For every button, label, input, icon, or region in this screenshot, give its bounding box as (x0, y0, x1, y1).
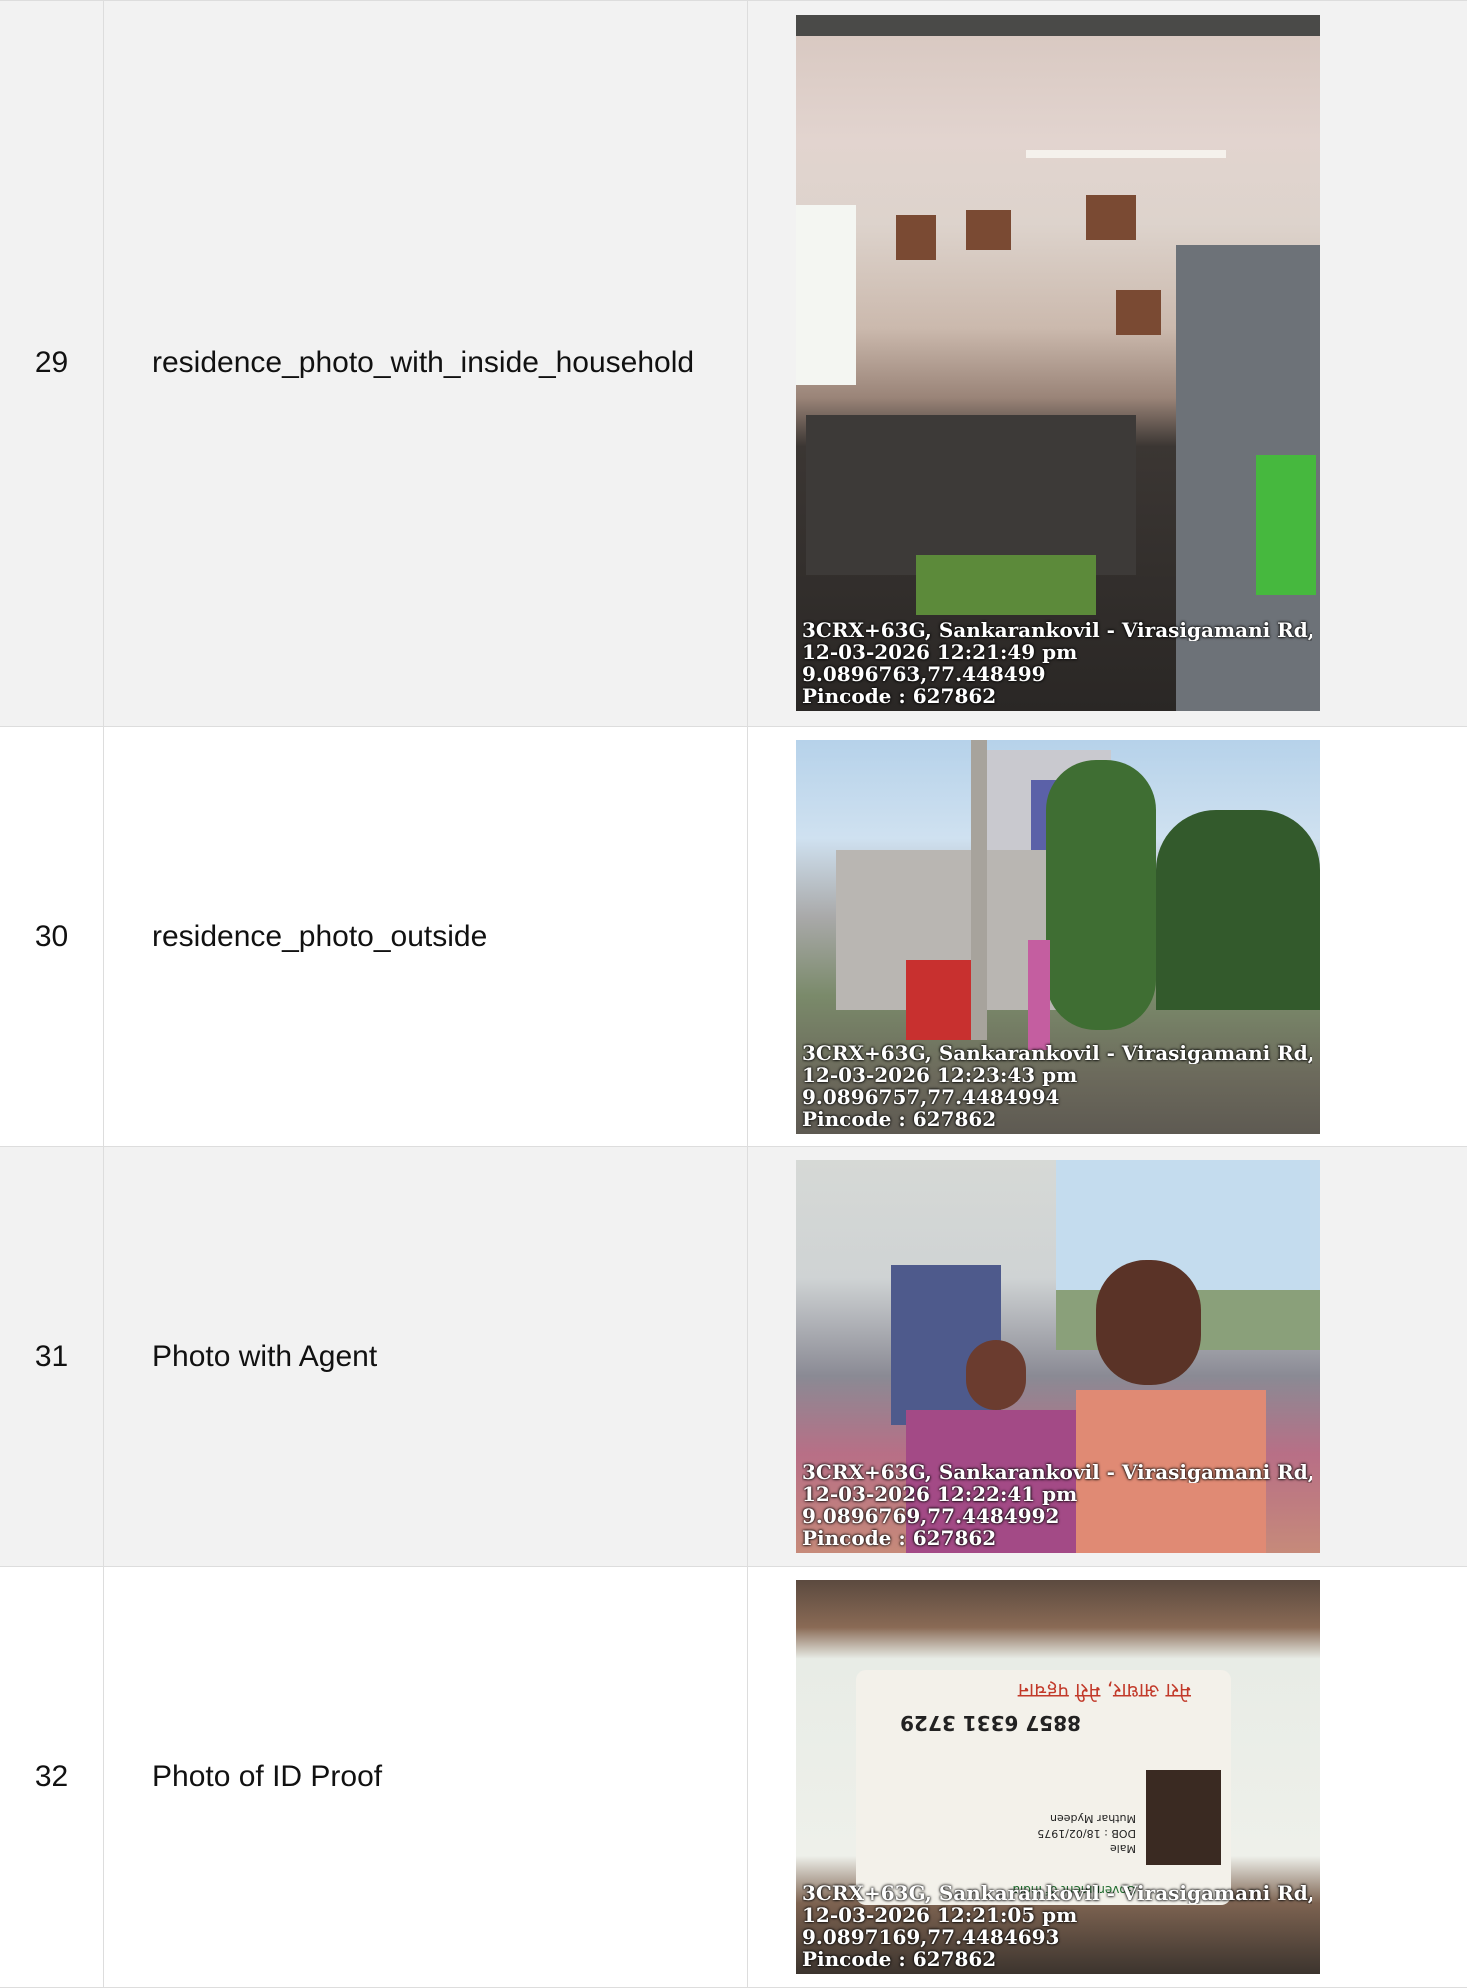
photo-geotag-stamp: 3CRX+63G, Sankarankovil - Virasigamani R… (802, 1042, 1312, 1130)
stamp-address: 3CRX+63G, Sankarankovil - Virasigamani R… (802, 1461, 1312, 1483)
photo-cell: 3CRX+63G, Sankarankovil - Virasigamani R… (748, 1147, 1467, 1567)
green-mat (916, 555, 1096, 615)
residence-outside-photo[interactable]: 3CRX+63G, Sankarankovil - Virasigamani R… (796, 739, 1320, 1134)
stamp-pincode: Pincode : 627862 (802, 1947, 997, 1971)
id-card-photo (1146, 1770, 1221, 1865)
utility-pole (971, 739, 987, 1040)
table-row: 32 Photo of ID Proof मेरा आधार, मेरी पहच… (0, 1567, 1467, 1988)
stamp-datetime: 12-03-2026 12:23:43 pm (802, 1062, 1078, 1087)
stamp-coordinates: 9.0896763,77.448499 (802, 662, 1046, 686)
id-card: मेरा आधार, मेरी पहचान 8857 6331 3729 Mut… (856, 1670, 1231, 1905)
stamp-pincode: Pincode : 627862 (802, 684, 997, 708)
stamp-address: 3CRX+63G, Sankarankovil - Virasigamani R… (802, 619, 1312, 641)
row-label: Photo of ID Proof (104, 1567, 748, 1988)
ceiling-light (1026, 150, 1226, 158)
photo-cell: मेरा आधार, मेरी पहचान 8857 6331 3729 Mut… (748, 1567, 1467, 1988)
green-basket (1256, 455, 1316, 595)
tree (1046, 759, 1156, 1030)
id-card-number: 8857 6331 3729 (900, 1711, 1081, 1735)
stamp-coordinates: 9.0896757,77.4484994 (802, 1084, 1060, 1109)
sky (1056, 1160, 1320, 1290)
photo-cell: 3CRX+63G, Sankarankovil - Virasigamani R… (748, 727, 1467, 1147)
red-wall (906, 959, 976, 1040)
id-card-gender: Male (1109, 1842, 1136, 1855)
window (796, 205, 856, 385)
row-label: Photo with Agent (104, 1147, 748, 1567)
photo-geotag-stamp: 3CRX+63G, Sankarankovil - Virasigamani R… (802, 619, 1312, 707)
stamp-address: 3CRX+63G, Sankarankovil - Virasigamani R… (802, 1041, 1312, 1064)
table-row: 31 Photo with Agent 3CRX+63G, Sankaranko… (0, 1147, 1467, 1567)
row-number: 30 (0, 727, 104, 1147)
id-card-header: मेरा आधार, मेरी पहचान (1017, 1679, 1191, 1703)
row-label: residence_photo_with_inside_household (104, 0, 748, 727)
stamp-pincode: Pincode : 627862 (802, 1106, 997, 1131)
row-number: 29 (0, 0, 104, 727)
counter-utensils (806, 415, 1136, 575)
photo-cell: 3CRX+63G, Sankarankovil - Virasigamani R… (748, 0, 1467, 727)
row-number: 31 (0, 1147, 104, 1567)
stamp-address: 3CRX+63G, Sankarankovil - Virasigamani R… (802, 1882, 1312, 1904)
table-row: 30 residence_photo_outside 3CRX+63G, San… (0, 727, 1467, 1147)
stamp-pincode: Pincode : 627862 (802, 1526, 997, 1550)
wall-niche (966, 210, 1011, 250)
row-number: 32 (0, 1567, 104, 1988)
stamp-datetime: 12-03-2026 12:21:49 pm (802, 640, 1078, 664)
man-head-left (966, 1340, 1026, 1410)
man-head-right (1096, 1260, 1201, 1385)
table-row: 29 residence_photo_with_inside_household… (0, 0, 1467, 727)
stamp-coordinates: 9.0897169,77.4484693 (802, 1925, 1060, 1949)
stamp-datetime: 12-03-2026 12:21:05 pm (802, 1903, 1078, 1927)
stamp-datetime: 12-03-2026 12:22:41 pm (802, 1482, 1078, 1506)
id-card-name: Muthar Mydeen (1050, 1812, 1136, 1825)
wall-niche (1086, 195, 1136, 240)
photo-geotag-stamp: 3CRX+63G, Sankarankovil - Virasigamani R… (802, 1461, 1312, 1549)
wall-niche (1116, 290, 1161, 335)
wall-niche (896, 215, 936, 260)
photo-geotag-stamp: 3CRX+63G, Sankarankovil - Virasigamani R… (802, 1882, 1312, 1970)
id-card-dob: DOB : 18/02/1975 (1037, 1827, 1136, 1840)
person-standing (1028, 939, 1050, 1050)
trees-right (1156, 809, 1320, 1010)
stamp-coordinates: 9.0896769,77.4484992 (802, 1504, 1060, 1528)
residence-inside-photo[interactable]: 3CRX+63G, Sankarankovil - Virasigamani R… (796, 15, 1320, 711)
id-proof-photo[interactable]: मेरा आधार, मेरी पहचान 8857 6331 3729 Mut… (796, 1580, 1320, 1974)
row-label: residence_photo_outside (104, 727, 748, 1147)
agent-selfie-photo[interactable]: 3CRX+63G, Sankarankovil - Virasigamani R… (796, 1160, 1320, 1553)
